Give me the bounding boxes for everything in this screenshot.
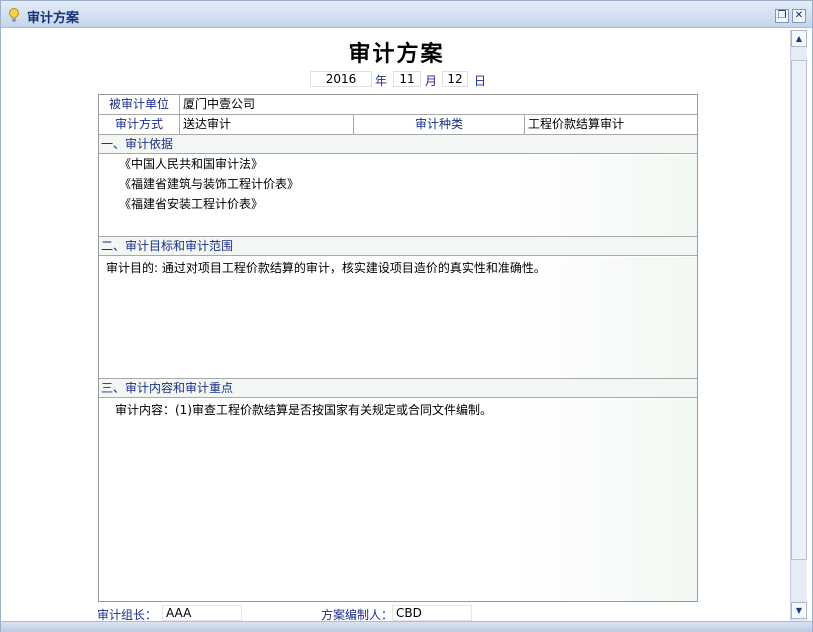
scroll-up-icon[interactable]: ▲ (791, 30, 807, 47)
page-title: 审计方案 (348, 42, 445, 67)
goals-text-area[interactable]: 审计目的: 通过对项目工程价款结算的审计，核实建设项目造价的真实性和准确性。 (99, 257, 697, 379)
signature-row: 审计组长： AAA 方案编制人： CBD (5, 605, 788, 621)
team-leader-field[interactable]: AAA (162, 605, 242, 621)
audit-method-field[interactable]: 送达审计 (181, 115, 351, 134)
audit-method-label: 审计方式 (114, 117, 163, 131)
basis-text-area[interactable]: 《中国人民共和国审计法》 《福建省建筑与装饰工程计价表》 《福建省安装工程计价表… (99, 155, 697, 237)
month-field[interactable]: 11 (393, 71, 421, 87)
close-button[interactable]: ✕ (792, 9, 806, 23)
audit-type-label: 审计种类 (414, 117, 463, 131)
basis-section-heading: 一、审计依据 (99, 135, 697, 154)
audited-unit-field[interactable]: 厦门中壹公司 (181, 95, 697, 114)
date-row: 2016 年 11 月 12 日 (5, 71, 788, 88)
audit-type-field[interactable]: 工程价款结算审计 (526, 115, 697, 134)
window-title: 审计方案 (27, 11, 80, 26)
lightbulb-icon (9, 8, 19, 22)
month-unit-label: 月 (425, 74, 438, 88)
basis-line: 《福建省建筑与装饰工程计价表》 (119, 177, 300, 191)
content-section-heading: 三、审计内容和审计重点 (99, 379, 697, 398)
basis-line: 《福建省安装工程计价表》 (119, 197, 264, 211)
compiler-field[interactable]: CBD (392, 605, 472, 621)
audited-unit-label: 被审计单位 (108, 97, 169, 111)
year-unit-label: 年 (375, 74, 388, 88)
audit-plan-window: 审计方案 ❐ ✕ 审计方案 2016 年 11 月 12 日 被审计单位 厦门中… (0, 0, 813, 632)
team-leader-label: 审计组长： (97, 608, 158, 621)
window-bottom-bar (1, 621, 812, 632)
audited-unit-row: 被审计单位 厦门中壹公司 (99, 95, 697, 115)
compiler-label: 方案编制人： (321, 608, 394, 621)
content-text: 审计内容：(1)审查工程价款结算是否按国家有关规定或合同文件编制。 (115, 403, 493, 417)
window-titlebar: 审计方案 ❐ ✕ (1, 1, 812, 28)
scroll-down-icon[interactable]: ▼ (791, 602, 807, 619)
audit-method-row: 审计方式 送达审计 审计种类 工程价款结算审计 (99, 115, 697, 135)
goals-section-heading: 二、审计目标和审计范围 (99, 237, 697, 256)
goals-text: 审计目的: 通过对项目工程价款结算的审计，核实建设项目造价的真实性和准确性。 (106, 261, 546, 275)
scroll-thumb[interactable] (791, 60, 807, 560)
basis-line: 《中国人民共和国审计法》 (119, 157, 264, 171)
vertical-scrollbar[interactable]: ▲ ▼ (790, 30, 807, 621)
day-field[interactable]: 12 (442, 71, 468, 87)
audit-plan-form: 被审计单位 厦门中壹公司 审计方式 送达审计 审计种类 工程价款结算审计 一、审… (98, 94, 698, 602)
year-field[interactable]: 2016 (310, 71, 372, 87)
day-unit-label: 日 (474, 74, 487, 88)
content-text-area[interactable]: 审计内容：(1)审查工程价款结算是否按国家有关规定或合同文件编制。 (99, 399, 697, 601)
document-area: 审计方案 2016 年 11 月 12 日 被审计单位 厦门中壹公司 审计方式 … (5, 30, 788, 621)
restore-button[interactable]: ❐ (775, 9, 789, 23)
